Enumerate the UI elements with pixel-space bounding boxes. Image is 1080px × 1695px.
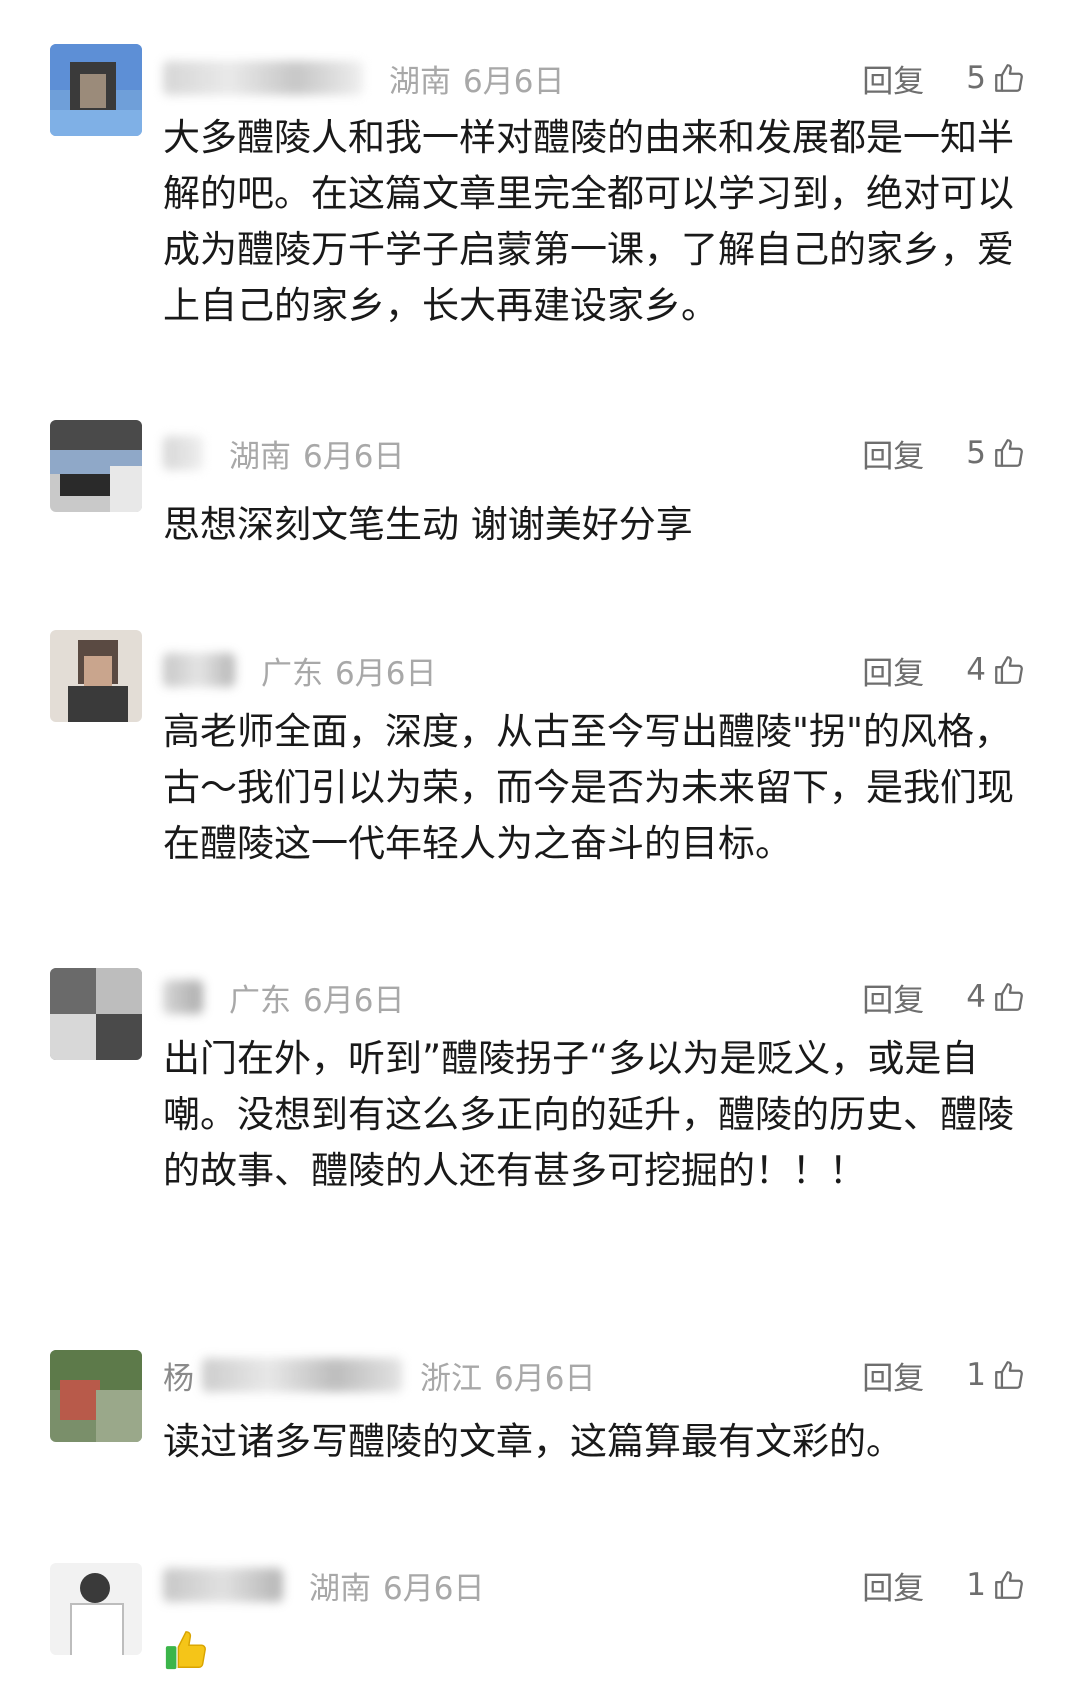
username-blurred[interactable] (163, 653, 235, 687)
comment-date: 6月6日 (463, 63, 565, 100)
reply-button[interactable]: 回复 (862, 648, 924, 693)
comment-date: 6月6日 (383, 1570, 485, 1607)
comment-text: 出门在外，听到”醴陵拐子“多以为是贬义，或是自嘲。没想到有这么多正向的延升，醴陵… (163, 1037, 1014, 1192)
username-blurred[interactable] (163, 1568, 283, 1602)
comment-date: 6月6日 (494, 1360, 596, 1397)
reply-button[interactable]: 回复 (862, 431, 924, 476)
comment-region: 广东 (229, 982, 291, 1019)
comment-actions: 回复 5 (862, 56, 1026, 100)
comment-text: 思想深刻文笔生动 谢谢美好分享 (163, 503, 693, 546)
thumbs-up-emoji-icon (165, 1631, 206, 1670)
like-count: 5 (966, 435, 986, 471)
avatar[interactable] (50, 630, 142, 722)
avatar[interactable] (50, 1350, 142, 1442)
comment-meta: 湖南 6月6日 (163, 56, 564, 100)
username-blurred[interactable] (163, 436, 203, 470)
comment-region: 湖南 (309, 1570, 371, 1607)
avatar[interactable] (50, 1563, 142, 1655)
thumbs-up-outline-icon[interactable] (992, 1358, 1026, 1392)
username[interactable]: 杨 (163, 1353, 194, 1398)
comment-text: 大多醴陵人和我一样对醴陵的由来和发展都是一知半解的吧。在这篇文章里完全都可以学习… (163, 116, 1014, 327)
like-count: 4 (966, 979, 986, 1015)
comment-actions: 回复 4 (862, 975, 1026, 1019)
reply-button[interactable]: 回复 (862, 1353, 924, 1398)
reply-button[interactable]: 回复 (862, 975, 924, 1020)
reply-button[interactable]: 回复 (862, 56, 924, 101)
username-blurred[interactable] (163, 61, 363, 95)
comment-meta: 广东 6月6日 (163, 648, 436, 692)
comment-region: 湖南 (389, 63, 451, 100)
comment-date: 6月6日 (303, 438, 405, 475)
avatar[interactable] (50, 968, 142, 1060)
thumbs-up-outline-icon[interactable] (992, 61, 1026, 95)
thumbs-up-outline-icon[interactable] (992, 980, 1026, 1014)
thumbs-up-outline-icon[interactable] (992, 653, 1026, 687)
thumbs-up-outline-icon[interactable] (992, 436, 1026, 470)
comment-text: 高老师全面，深度，从古至今写出醴陵"拐"的风格，古～我们引以为荣，而今是否为未来… (163, 710, 1014, 865)
comment-region: 湖南 (229, 438, 291, 475)
comment-meta: 湖南 6月6日 (163, 431, 404, 475)
avatar[interactable] (50, 44, 142, 136)
comment-date: 6月6日 (335, 655, 437, 692)
comment-date: 6月6日 (303, 982, 405, 1019)
comment-actions: 回复 5 (862, 431, 1026, 475)
comment-meta: 湖南 6月6日 (163, 1563, 484, 1607)
comment-actions: 回复 1 (862, 1563, 1026, 1607)
comment-region: 广东 (261, 655, 323, 692)
like-count: 5 (966, 60, 986, 96)
like-count: 4 (966, 652, 986, 688)
avatar[interactable] (50, 420, 142, 512)
username-blurred[interactable] (202, 1358, 402, 1392)
comment-meta: 杨 浙江 6月6日 (163, 1353, 595, 1397)
comment-actions: 回复 4 (862, 648, 1026, 692)
comment-meta: 广东 6月6日 (163, 975, 404, 1019)
reply-button[interactable]: 回复 (862, 1563, 924, 1608)
like-count: 1 (966, 1567, 986, 1603)
username-blurred[interactable] (163, 980, 203, 1014)
thumbs-up-outline-icon[interactable] (992, 1568, 1026, 1602)
like-count: 1 (966, 1357, 986, 1393)
comment-region: 浙江 (420, 1360, 482, 1397)
comment-actions: 回复 1 (862, 1353, 1026, 1397)
comment-text: 读过诸多写醴陵的文章，这篇算最有文彩的。 (163, 1420, 903, 1463)
